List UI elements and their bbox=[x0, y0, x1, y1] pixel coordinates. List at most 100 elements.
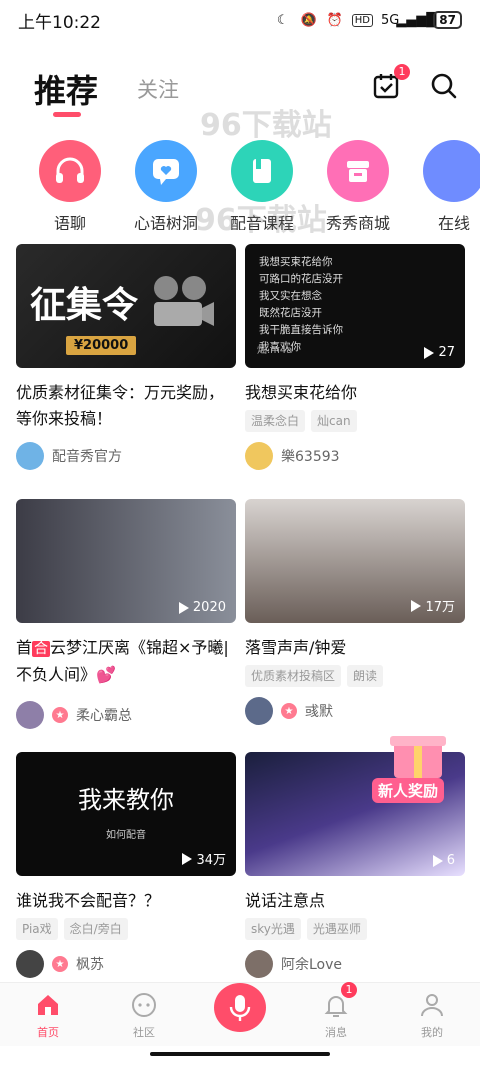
author-name: 樂63593 bbox=[281, 449, 340, 465]
title-badge: 合 bbox=[32, 641, 51, 657]
card-thumbnail[interactable]: 我想买束花给你 可路口的花店没开 我又实在想念 既然花店没开 我干脆直接告诉你 … bbox=[245, 244, 465, 368]
category-online[interactable]: 在线 bbox=[406, 140, 480, 230]
thumb-text: 我来教你 bbox=[78, 786, 174, 814]
tab-follow[interactable]: 关注 bbox=[137, 74, 179, 104]
play-icon bbox=[424, 346, 435, 359]
feed-card[interactable]: 我来教你 如何配音 34万 谁说我不会配音？？ Pia戏 念白/旁白 ★ 枫苏 bbox=[16, 752, 236, 978]
nav-label: 消息 bbox=[325, 1026, 347, 1039]
tag[interactable]: 念白/旁白 bbox=[63, 918, 128, 940]
play-count-value: 27 bbox=[438, 345, 455, 360]
nav-label: 社区 bbox=[133, 1026, 155, 1039]
card-author[interactable]: ★ 柔心霸总 bbox=[16, 701, 236, 729]
status-time: 上午10:22 bbox=[18, 12, 101, 33]
title-prefix: 首 bbox=[16, 638, 33, 657]
battery-level: 87 bbox=[433, 11, 462, 29]
category-label: 语聊 bbox=[53, 214, 86, 230]
feed-card[interactable]: 我想买束花给你 可路口的花店没开 我又实在想念 既然花店没开 我干脆直接告诉你 … bbox=[245, 244, 465, 470]
nav-community[interactable]: 社区 bbox=[96, 983, 192, 1046]
tab-recommend[interactable]: 推荐 bbox=[34, 66, 98, 112]
vip-badge-icon: ★ bbox=[52, 956, 68, 972]
card-author[interactable]: 樂63593 bbox=[245, 442, 465, 470]
play-count: 27 bbox=[424, 345, 455, 360]
card-author[interactable]: 阿余Love bbox=[245, 950, 465, 978]
card-title: 落雪声声/钟爱 bbox=[245, 638, 347, 657]
tag[interactable]: sky光遇 bbox=[245, 918, 301, 940]
alarm-icon: ⏰ bbox=[326, 12, 343, 28]
play-count: 2020 bbox=[178, 600, 226, 615]
play-icon bbox=[432, 854, 443, 867]
avatar bbox=[16, 701, 44, 729]
author-name: 枫苏 bbox=[76, 957, 104, 973]
avatar bbox=[245, 697, 273, 725]
feed-card[interactable]: 6 新人奖励 说话注意点 sky光遇 光遇巫师 阿余Love bbox=[245, 736, 465, 978]
thumb-sub: ¥20000 bbox=[66, 336, 137, 355]
online-icon bbox=[423, 140, 480, 202]
author-name: 彧默 bbox=[305, 704, 333, 720]
card-author[interactable]: 配音秀官方 bbox=[16, 442, 236, 470]
tag[interactable]: Pia戏 bbox=[16, 918, 58, 940]
card-tags: 优质素材投稿区 朗读 bbox=[245, 665, 465, 687]
feed-card[interactable]: 2020 首合云梦江厌离《锦超×予曦|不负人间》💕 ★ 柔心霸总 bbox=[16, 499, 236, 729]
search-icon bbox=[431, 73, 457, 99]
card-author[interactable]: ★ 彧默 bbox=[245, 697, 465, 725]
play-count-value: 2020 bbox=[192, 600, 226, 615]
tag[interactable]: 灿can bbox=[311, 410, 357, 432]
thumb-sub: 灿.m4a bbox=[257, 345, 293, 356]
play-count-value: 17万 bbox=[425, 600, 455, 615]
card-title: 谁说我不会配音？？ bbox=[16, 891, 161, 910]
home-icon bbox=[33, 990, 63, 1020]
card-thumbnail[interactable]: 我来教你 如何配音 34万 bbox=[16, 752, 236, 876]
card-title: 首合云梦江厌离《锦超×予曦|不负人间》💕 bbox=[16, 635, 236, 687]
avatar bbox=[16, 442, 44, 470]
headphones-icon bbox=[39, 140, 101, 202]
shop-icon bbox=[327, 140, 389, 202]
status-bar: 上午10:22 ☾ 🔕 ⏰ HD 5G ▂▄▆█ 87 bbox=[0, 0, 480, 40]
category-label: 在线 bbox=[437, 214, 470, 230]
nav-profile[interactable]: 我的 bbox=[384, 983, 480, 1046]
card-author[interactable]: ★ 枫苏 bbox=[16, 950, 236, 978]
card-tags: Pia戏 念白/旁白 bbox=[16, 918, 236, 940]
play-count: 6 bbox=[432, 853, 455, 868]
play-count: 34万 bbox=[182, 849, 226, 868]
card-title: 优质素材征集令：万元奖励，等你来投稿！ bbox=[16, 383, 225, 428]
home-indicator bbox=[150, 1052, 330, 1056]
search-button[interactable] bbox=[428, 70, 460, 102]
feed-card[interactable]: 征集令 ¥20000 优质素材征集令：万元奖励，等你来投稿！ 配音秀官方 bbox=[16, 244, 236, 470]
new-user-reward[interactable]: 新人奖励 bbox=[370, 728, 466, 812]
card-tags: sky光遇 光遇巫师 bbox=[245, 918, 465, 940]
nav-record[interactable] bbox=[192, 983, 288, 1046]
nav-messages[interactable]: 1 消息 bbox=[288, 982, 384, 1046]
play-icon bbox=[178, 601, 189, 614]
heart-chat-icon bbox=[135, 140, 197, 202]
tag[interactable]: 优质素材投稿区 bbox=[245, 665, 342, 687]
projector-icon bbox=[154, 276, 214, 326]
nav-label: 我的 bbox=[421, 1026, 443, 1039]
card-thumbnail[interactable]: 17万 bbox=[245, 499, 465, 623]
play-count-value: 6 bbox=[446, 853, 455, 868]
bell-icon: 1 bbox=[321, 982, 357, 1020]
category-voice-chat[interactable]: 语聊 bbox=[22, 140, 118, 230]
avatar bbox=[16, 950, 44, 978]
task-button[interactable]: 1 bbox=[370, 64, 410, 102]
play-icon bbox=[182, 852, 193, 865]
gift-box-icon bbox=[390, 736, 446, 778]
feed-card[interactable]: 17万 落雪声声/钟爱 优质素材投稿区 朗读 ★ 彧默 bbox=[245, 499, 465, 725]
tag[interactable]: 朗读 bbox=[347, 665, 384, 687]
card-thumbnail[interactable]: 征集令 ¥20000 bbox=[16, 244, 236, 368]
tag[interactable]: 光遇巫师 bbox=[306, 918, 367, 940]
tag[interactable]: 温柔念白 bbox=[245, 410, 306, 432]
community-icon bbox=[129, 990, 159, 1020]
card-thumbnail[interactable]: 2020 bbox=[16, 499, 236, 623]
mic-icon bbox=[214, 983, 266, 1032]
card-title: 我想买束花给你 bbox=[245, 383, 358, 402]
vip-badge-icon: ★ bbox=[52, 707, 68, 723]
author-name: 配音秀官方 bbox=[52, 449, 122, 465]
bottom-nav: 首页 社区 1 消息 我的 bbox=[0, 982, 480, 1046]
message-badge: 1 bbox=[341, 982, 357, 998]
new-user-reward-label: 新人奖励 bbox=[372, 778, 445, 803]
author-name: 阿余Love bbox=[281, 957, 343, 973]
nav-label: 首页 bbox=[37, 1026, 59, 1039]
status-icons: ☾ 🔕 ⏰ HD 5G ▂▄▆█ 87 bbox=[274, 11, 462, 29]
nav-home[interactable]: 首页 bbox=[0, 983, 96, 1046]
signal-icon: ▂▄▆█ bbox=[396, 12, 437, 28]
